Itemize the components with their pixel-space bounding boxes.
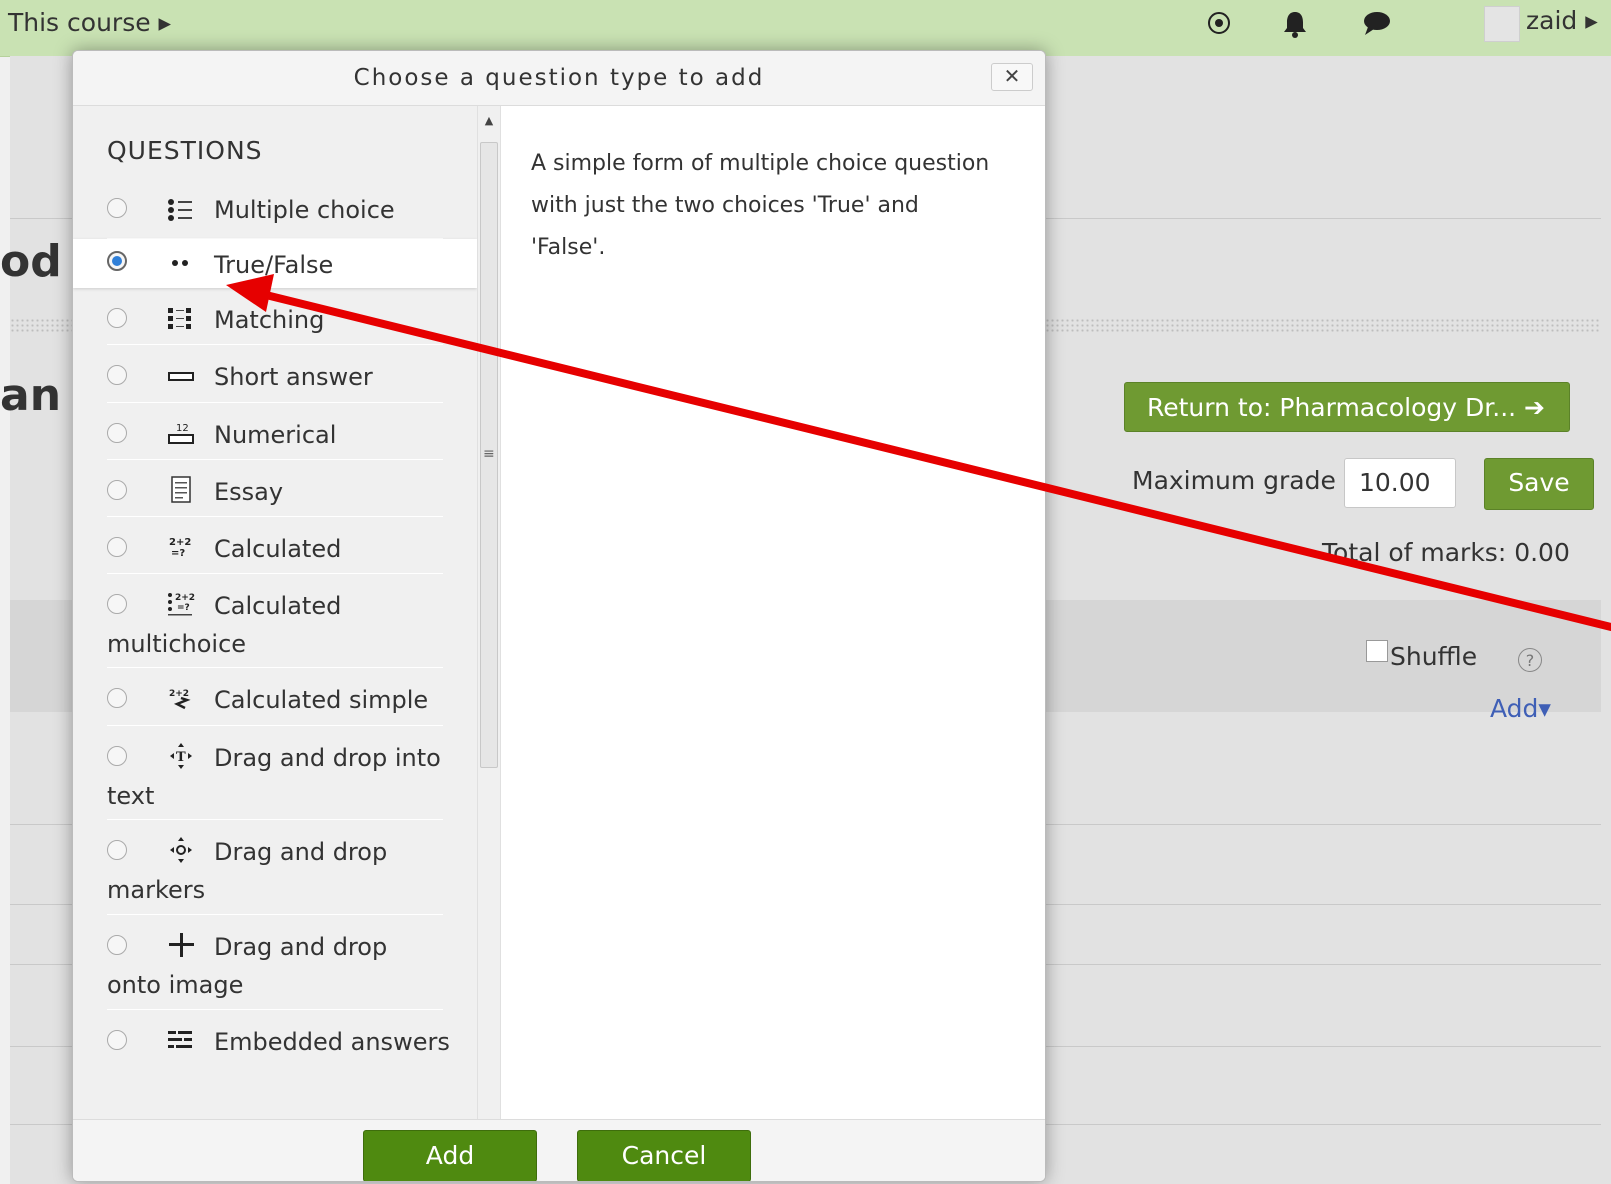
annotation-arrow bbox=[226, 274, 1611, 631]
